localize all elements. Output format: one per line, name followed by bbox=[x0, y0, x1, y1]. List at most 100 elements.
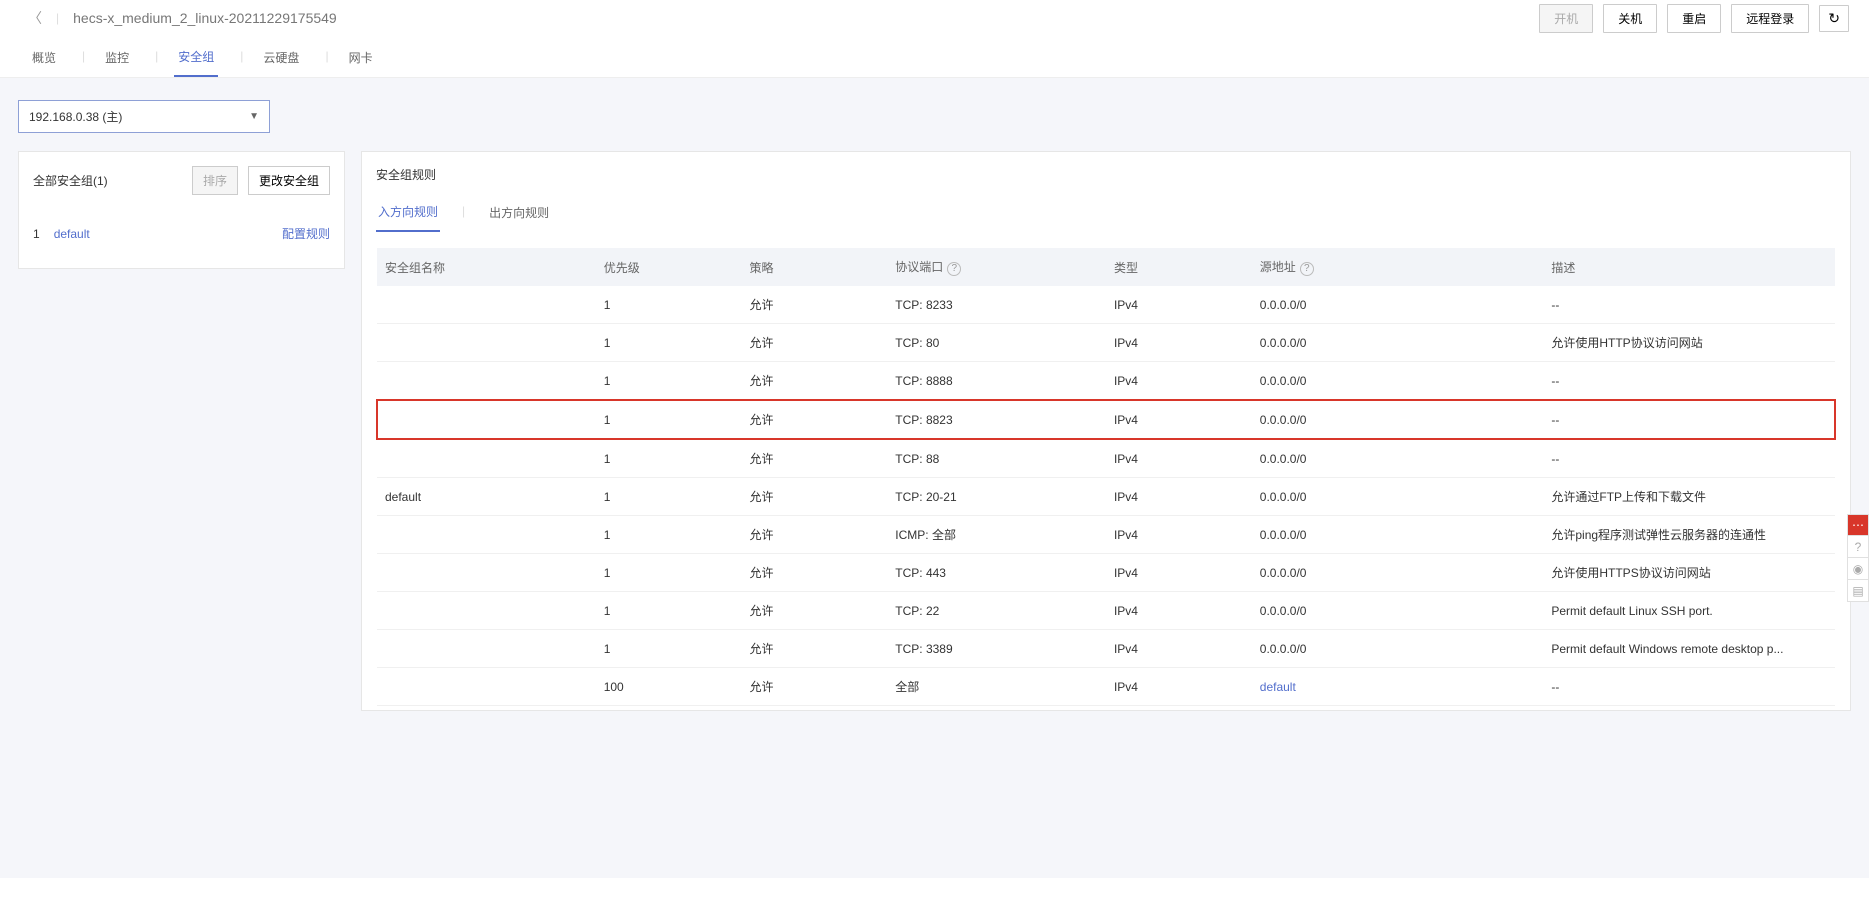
cell-type: IPv4 bbox=[1106, 554, 1252, 592]
cell-desc: Permit default Linux SSH port. bbox=[1543, 592, 1835, 630]
right-panel-title: 安全组规则 bbox=[376, 166, 1836, 183]
content: 192.168.0.38 (主) ▼ 全部安全组(1) 排序 更改安全组 1 d… bbox=[0, 78, 1869, 878]
cell-priority[interactable]: 100 bbox=[596, 668, 742, 706]
cell-protocol: TCP: 80 bbox=[887, 324, 1106, 362]
page-header-right: 开机 关机 重启 远程登录 ↻ bbox=[1539, 4, 1849, 33]
separator: | bbox=[56, 11, 59, 25]
cell-priority[interactable]: 1 bbox=[596, 478, 742, 516]
sg-list: 1 default 配置规则 bbox=[33, 225, 330, 242]
left-panel-buttons: 排序 更改安全组 bbox=[192, 166, 330, 195]
cell-protocol: TCP: 20-21 bbox=[887, 478, 1106, 516]
feedback-tool[interactable]: ⋯ bbox=[1847, 514, 1869, 536]
cell-source: default bbox=[1252, 668, 1544, 706]
tab-overview[interactable]: 概览 bbox=[28, 43, 60, 76]
sg-list-left: 1 default bbox=[33, 227, 90, 241]
tab-security-group[interactable]: 安全组 bbox=[174, 42, 218, 77]
left-panel-header: 全部安全组(1) 排序 更改安全组 bbox=[33, 166, 330, 195]
cell-protocol: 全部 bbox=[887, 668, 1106, 706]
cell-desc: -- bbox=[1543, 362, 1835, 401]
cell-group-name bbox=[377, 439, 596, 478]
help-tool[interactable]: ? bbox=[1847, 536, 1869, 558]
tab-monitor[interactable]: 监控 bbox=[101, 43, 133, 76]
cell-priority[interactable]: 1 bbox=[596, 286, 742, 324]
cell-priority[interactable]: 1 bbox=[596, 516, 742, 554]
page-title: hecs-x_medium_2_linux-20211229175549 bbox=[73, 10, 337, 26]
cell-policy: 允许 bbox=[741, 554, 887, 592]
cell-priority[interactable]: 1 bbox=[596, 362, 742, 401]
tab-nic[interactable]: 网卡 bbox=[345, 43, 377, 76]
cell-priority[interactable]: 1 bbox=[596, 592, 742, 630]
separator: | bbox=[82, 49, 85, 63]
col-priority: 优先级 bbox=[596, 248, 742, 286]
table-row: default1允许TCP: 20-21IPv40.0.0.0/0允许通过FTP… bbox=[377, 478, 1835, 516]
cell-policy: 允许 bbox=[741, 516, 887, 554]
cell-protocol: TCP: 22 bbox=[887, 592, 1106, 630]
cell-desc: -- bbox=[1543, 668, 1835, 706]
tab-outbound[interactable]: 出方向规则 bbox=[487, 198, 551, 231]
separator: | bbox=[155, 49, 158, 63]
cell-protocol: TCP: 8888 bbox=[887, 362, 1106, 401]
cell-priority[interactable]: 1 bbox=[596, 400, 742, 439]
table-row: 1允许TCP: 22IPv40.0.0.0/0Permit default Li… bbox=[377, 592, 1835, 630]
sort-button: 排序 bbox=[192, 166, 238, 195]
tabs-bar: 概览 | 监控 | 安全组 | 云硬盘 | 网卡 bbox=[0, 36, 1869, 78]
tab-disk[interactable]: 云硬盘 bbox=[259, 43, 303, 76]
table-row: 1允许TCP: 443IPv40.0.0.0/0允许使用HTTPS协议访问网站 bbox=[377, 554, 1835, 592]
power-off-button[interactable]: 关机 bbox=[1603, 4, 1657, 33]
two-column-layout: 全部安全组(1) 排序 更改安全组 1 default 配置规则 安全组规则 入… bbox=[18, 151, 1851, 711]
configure-rules-link[interactable]: 配置规则 bbox=[282, 225, 330, 242]
cell-policy: 允许 bbox=[741, 478, 887, 516]
back-button[interactable]: 〈 bbox=[28, 8, 42, 28]
cell-policy: 允许 bbox=[741, 400, 887, 439]
sg-name-link[interactable]: default bbox=[54, 227, 90, 241]
cell-group-name bbox=[377, 324, 596, 362]
cell-policy: 允许 bbox=[741, 286, 887, 324]
cell-type: IPv4 bbox=[1106, 439, 1252, 478]
refresh-icon: ↻ bbox=[1828, 11, 1840, 25]
source-link[interactable]: default bbox=[1260, 680, 1296, 694]
ip-selector[interactable]: 192.168.0.38 (主) ▼ bbox=[18, 100, 270, 133]
col-protocol-label: 协议端口 bbox=[895, 260, 943, 274]
cell-policy: 允许 bbox=[741, 362, 887, 401]
col-protocol: 协议端口? bbox=[887, 248, 1106, 286]
cell-source: 0.0.0.0/0 bbox=[1252, 400, 1544, 439]
doc-tool[interactable]: ▤ bbox=[1847, 580, 1869, 602]
cell-source: 0.0.0.0/0 bbox=[1252, 324, 1544, 362]
separator: | bbox=[325, 49, 328, 63]
cell-type: IPv4 bbox=[1106, 362, 1252, 401]
cell-group-name bbox=[377, 592, 596, 630]
table-row: 1允许TCP: 88IPv40.0.0.0/0-- bbox=[377, 439, 1835, 478]
separator: | bbox=[240, 49, 243, 63]
remote-login-button[interactable]: 远程登录 bbox=[1731, 4, 1809, 33]
tab-inbound[interactable]: 入方向规则 bbox=[376, 197, 440, 232]
cell-type: IPv4 bbox=[1106, 286, 1252, 324]
eye-tool[interactable]: ◉ bbox=[1847, 558, 1869, 580]
cell-priority[interactable]: 1 bbox=[596, 324, 742, 362]
cell-policy: 允许 bbox=[741, 324, 887, 362]
cell-desc: 允许使用HTTP协议访问网站 bbox=[1543, 324, 1835, 362]
help-icon[interactable]: ? bbox=[947, 262, 961, 276]
col-desc: 描述 bbox=[1543, 248, 1835, 286]
cell-priority[interactable]: 1 bbox=[596, 439, 742, 478]
ip-selector-value: 192.168.0.38 (主) bbox=[29, 108, 122, 125]
cell-policy: 允许 bbox=[741, 439, 887, 478]
cell-desc: 允许使用HTTPS协议访问网站 bbox=[1543, 554, 1835, 592]
cell-type: IPv4 bbox=[1106, 516, 1252, 554]
cell-desc: 允许通过FTP上传和下载文件 bbox=[1543, 478, 1835, 516]
refresh-button[interactable]: ↻ bbox=[1819, 5, 1849, 32]
side-tools: ⋯ ? ◉ ▤ bbox=[1847, 514, 1869, 602]
change-sg-button[interactable]: 更改安全组 bbox=[248, 166, 330, 195]
cell-type: IPv4 bbox=[1106, 324, 1252, 362]
col-name: 安全组名称 bbox=[377, 248, 596, 286]
cell-source: 0.0.0.0/0 bbox=[1252, 478, 1544, 516]
cell-protocol: TCP: 443 bbox=[887, 554, 1106, 592]
restart-button[interactable]: 重启 bbox=[1667, 4, 1721, 33]
table-row: 1允许TCP: 80IPv40.0.0.0/0允许使用HTTP协议访问网站 bbox=[377, 324, 1835, 362]
cell-priority[interactable]: 1 bbox=[596, 554, 742, 592]
help-icon[interactable]: ? bbox=[1300, 262, 1314, 276]
cell-type: IPv4 bbox=[1106, 400, 1252, 439]
cell-source: 0.0.0.0/0 bbox=[1252, 362, 1544, 401]
cell-protocol: ICMP: 全部 bbox=[887, 516, 1106, 554]
cell-priority[interactable]: 1 bbox=[596, 630, 742, 668]
col-source: 源地址? bbox=[1252, 248, 1544, 286]
